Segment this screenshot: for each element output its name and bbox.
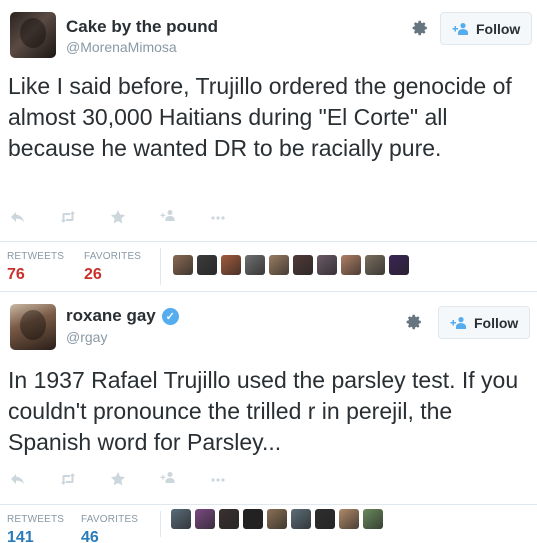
tweet: Cake by the pound @MorenaMimosa Follow L…: [0, 0, 537, 292]
favoriter-avatar[interactable]: [389, 255, 409, 275]
tweet-text: Like I said before, Trujillo ordered the…: [8, 73, 512, 161]
favoriters: [171, 509, 383, 529]
handle[interactable]: @MorenaMimosa: [66, 39, 177, 55]
avatar[interactable]: [10, 304, 56, 350]
follow-label: Follow: [476, 20, 521, 37]
favoriter-avatar[interactable]: [171, 509, 191, 529]
reply-button[interactable]: [10, 470, 60, 488]
tweet-stats: RETWEETS 76 FAVORITES 26: [0, 241, 537, 292]
favoriter-avatar[interactable]: [315, 509, 335, 529]
retweet-button[interactable]: [60, 208, 110, 226]
reply-button[interactable]: [10, 208, 60, 226]
favorites-count: 46: [81, 529, 99, 543]
handle[interactable]: @rgay: [66, 329, 107, 345]
display-name[interactable]: roxane gay: [66, 306, 156, 326]
add-user-icon: [450, 316, 468, 330]
favoriter-avatar[interactable]: [173, 255, 193, 275]
star-icon: [111, 210, 125, 224]
retweets-count: 141: [7, 529, 34, 543]
favoriter-avatar[interactable]: [197, 255, 217, 275]
favoriter-avatar[interactable]: [269, 255, 289, 275]
retweet-icon: [61, 211, 75, 223]
follow-label: Follow: [474, 314, 519, 331]
divider: [160, 248, 161, 285]
favorites-stat[interactable]: FAVORITES 26: [84, 251, 141, 284]
retweets-label: RETWEETS: [7, 251, 65, 262]
tweet-actions: [10, 469, 260, 489]
tweet-actions: [10, 207, 260, 227]
verified-badge-icon: ✓: [161, 307, 179, 325]
more-icon: [211, 478, 225, 482]
favoriter-avatar[interactable]: [219, 509, 239, 529]
favoriter-avatar[interactable]: [341, 255, 361, 275]
retweets-stat[interactable]: RETWEETS 76: [7, 251, 64, 284]
divider: [160, 511, 161, 537]
tweet: roxane gay ✓ @rgay Follow In 1937 Rafael…: [0, 294, 537, 543]
favorite-button[interactable]: [110, 208, 160, 226]
follow-button[interactable]: Follow: [440, 12, 532, 45]
favorites-stat[interactable]: FAVORITES 46: [81, 514, 138, 543]
favoriter-avatar[interactable]: [363, 509, 383, 529]
follow-small-button[interactable]: [160, 208, 210, 226]
retweets-label: RETWEETS: [7, 514, 65, 525]
retweet-button[interactable]: [60, 470, 110, 488]
favorites-count: 26: [84, 266, 102, 283]
gear-icon[interactable]: [411, 19, 429, 37]
more-button[interactable]: [210, 208, 260, 226]
add-user-icon: [452, 22, 470, 36]
avatar[interactable]: [10, 12, 56, 58]
favoriter-avatar[interactable]: [339, 509, 359, 529]
favorite-button[interactable]: [110, 470, 160, 488]
retweets-count: 76: [7, 266, 25, 283]
favoriter-avatar[interactable]: [245, 255, 265, 275]
tweet-text: In 1937 Rafael Trujillo used the parsley…: [8, 367, 519, 455]
tweet-stats: RETWEETS 141 FAVORITES 46: [0, 504, 537, 543]
retweets-stat[interactable]: RETWEETS 141: [7, 514, 64, 543]
display-name[interactable]: Cake by the pound: [66, 17, 218, 37]
add-user-icon: [160, 210, 175, 221]
follow-small-button[interactable]: [160, 470, 210, 488]
reply-icon: [11, 474, 24, 485]
favoriter-avatar[interactable]: [365, 255, 385, 275]
gear-icon[interactable]: [405, 313, 423, 331]
more-button[interactable]: [210, 470, 260, 488]
favoriter-avatar[interactable]: [267, 509, 287, 529]
favorites-label: FAVORITES: [84, 251, 142, 262]
name-row: roxane gay ✓: [66, 306, 179, 326]
retweet-icon: [61, 473, 75, 485]
reply-icon: [11, 212, 24, 223]
star-icon: [111, 472, 125, 486]
favorites-label: FAVORITES: [81, 514, 139, 525]
add-user-icon: [160, 472, 175, 483]
favoriter-avatar[interactable]: [291, 509, 311, 529]
favoriter-avatar[interactable]: [243, 509, 263, 529]
follow-button[interactable]: Follow: [438, 306, 530, 339]
name-row: Cake by the pound: [66, 17, 218, 37]
more-icon: [211, 216, 225, 220]
favoriter-avatar[interactable]: [293, 255, 313, 275]
favoriters: [173, 255, 409, 275]
favoriter-avatar[interactable]: [221, 255, 241, 275]
favoriter-avatar[interactable]: [317, 255, 337, 275]
favoriter-avatar[interactable]: [195, 509, 215, 529]
